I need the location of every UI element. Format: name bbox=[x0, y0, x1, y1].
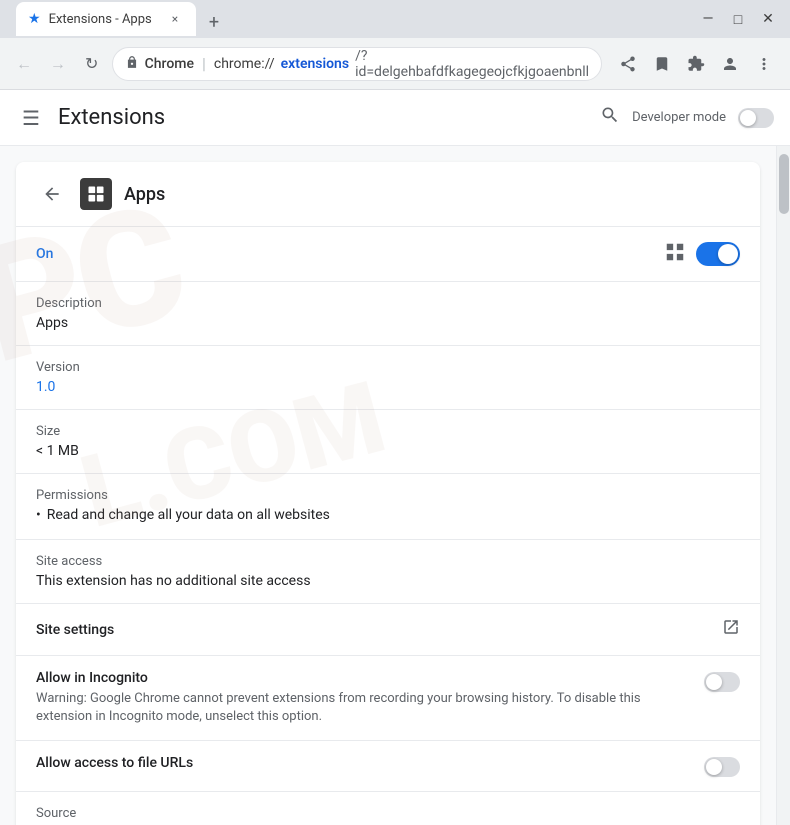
bookmark-icon[interactable] bbox=[646, 48, 678, 80]
size-value: < 1 MB bbox=[36, 443, 740, 459]
scrollbar-thumb[interactable] bbox=[779, 154, 789, 214]
developer-mode-toggle[interactable] bbox=[738, 108, 774, 128]
menu-icon[interactable] bbox=[748, 48, 780, 80]
back-button[interactable] bbox=[36, 178, 68, 210]
new-tab-button[interactable]: + bbox=[200, 8, 228, 36]
browser-tab[interactable]: ★ Extensions - Apps × bbox=[16, 2, 196, 36]
allow-incognito-row: Allow in Incognito Warning: Google Chrom… bbox=[16, 656, 760, 741]
share-icon[interactable] bbox=[612, 48, 644, 80]
profile-icon[interactable] bbox=[714, 48, 746, 80]
size-label: Size bbox=[36, 424, 740, 439]
site-access-label: Site access bbox=[36, 554, 740, 569]
extension-detail-card: Apps On bbox=[16, 162, 760, 825]
file-urls-row: Allow access to file URLs bbox=[16, 741, 760, 792]
minimize-button[interactable]: ― bbox=[694, 5, 722, 33]
site-settings-label: Site settings bbox=[36, 622, 114, 638]
extension-name: Apps bbox=[124, 184, 165, 205]
address-bar[interactable]: Chrome | chrome:// extensions /?id=delgehb… bbox=[112, 47, 602, 81]
permission-item: Read and change all your data on all web… bbox=[36, 507, 740, 523]
status-row: On bbox=[16, 227, 760, 282]
url-prefix: chrome:// bbox=[214, 56, 275, 72]
url-highlight: extensions bbox=[281, 56, 349, 72]
page-title: Extensions bbox=[58, 105, 165, 130]
extension-icon bbox=[80, 178, 112, 210]
description-value: Apps bbox=[36, 315, 740, 331]
description-row: Description Apps bbox=[16, 282, 760, 346]
page-content: ☰ Extensions Developer mode bbox=[0, 90, 790, 825]
status-right bbox=[664, 241, 740, 267]
incognito-toggle[interactable] bbox=[704, 672, 740, 692]
tab-close-button[interactable]: × bbox=[166, 10, 184, 28]
back-button[interactable]: ← bbox=[10, 48, 38, 80]
extensions-header: ☰ Extensions Developer mode bbox=[0, 90, 790, 146]
file-urls-toggle[interactable] bbox=[704, 757, 740, 777]
extension-detail-area: PC L.COM Apps bbox=[0, 146, 776, 825]
scrollbar-track[interactable] bbox=[776, 146, 790, 825]
version-row: Version 1.0 bbox=[16, 346, 760, 410]
close-button[interactable]: ✕ bbox=[754, 5, 782, 33]
lock-icon bbox=[125, 55, 139, 73]
status-on-label: On bbox=[36, 246, 53, 262]
version-label: Version bbox=[36, 360, 740, 375]
source-row: Source Not from Chrome Web Store. bbox=[16, 792, 760, 825]
forward-button[interactable]: → bbox=[44, 48, 72, 80]
extension-enabled-toggle[interactable] bbox=[696, 242, 740, 266]
incognito-content: Allow in Incognito Warning: Google Chrom… bbox=[36, 670, 688, 726]
omnibar: ← → ↻ Chrome | chrome:// extensions /?id=d… bbox=[0, 38, 790, 90]
permissions-row: Permissions Read and change all your dat… bbox=[16, 474, 760, 540]
external-link-icon bbox=[722, 618, 740, 641]
extensions-page: ☰ Extensions Developer mode bbox=[0, 90, 790, 825]
size-row: Size < 1 MB bbox=[16, 410, 760, 474]
search-icon[interactable] bbox=[600, 105, 620, 130]
menu-button[interactable]: ☰ bbox=[16, 100, 46, 136]
site-access-row: Site access This extension has no additi… bbox=[16, 540, 760, 604]
file-urls-title: Allow access to file URLs bbox=[36, 755, 688, 771]
site-access-value: This extension has no additional site ac… bbox=[36, 573, 740, 589]
url-separator: | bbox=[202, 54, 206, 73]
developer-mode-label: Developer mode bbox=[632, 110, 726, 125]
reload-button[interactable]: ↻ bbox=[78, 48, 106, 80]
toolbar-icons bbox=[612, 48, 780, 80]
grid-view-icon[interactable] bbox=[664, 241, 686, 267]
header-right: Developer mode bbox=[600, 105, 774, 130]
tab-title: Extensions - Apps bbox=[49, 12, 158, 27]
permissions-label: Permissions bbox=[36, 488, 740, 503]
incognito-title: Allow in Incognito bbox=[36, 670, 688, 686]
chrome-label: Chrome bbox=[145, 56, 194, 72]
site-settings-row[interactable]: Site settings bbox=[16, 604, 760, 656]
url-suffix: /?id=delgehbafdfkagegeojcfkjgoaenbnll bbox=[355, 48, 589, 80]
permissions-list: Read and change all your data on all web… bbox=[36, 507, 740, 523]
description-label: Description bbox=[36, 296, 740, 311]
maximize-button[interactable]: □ bbox=[724, 5, 752, 33]
incognito-desc: Warning: Google Chrome cannot prevent ex… bbox=[36, 690, 688, 726]
version-value: 1.0 bbox=[36, 379, 740, 395]
file-urls-content: Allow access to file URLs bbox=[36, 755, 688, 775]
tab-favicon: ★ bbox=[28, 11, 41, 27]
detail-header: Apps bbox=[16, 162, 760, 227]
extensions-icon[interactable] bbox=[680, 48, 712, 80]
source-label: Source bbox=[36, 806, 740, 821]
